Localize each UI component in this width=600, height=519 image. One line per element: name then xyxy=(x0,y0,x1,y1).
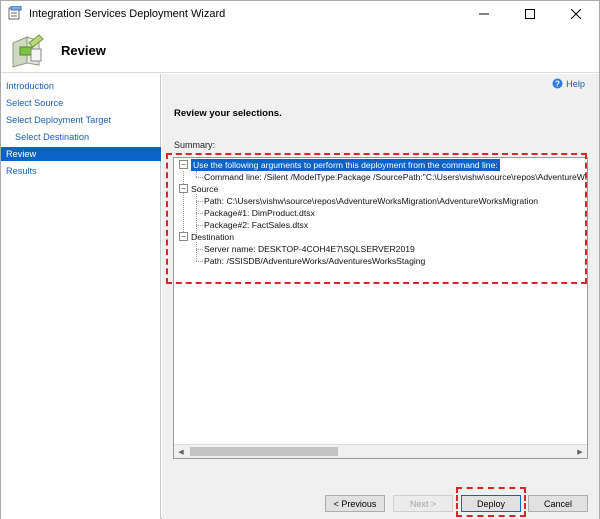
title-bar: Integration Services Deployment Wizard xyxy=(1,1,599,27)
wizard-page-icon xyxy=(12,34,44,68)
close-icon xyxy=(571,9,581,19)
page-title: Review xyxy=(61,43,106,58)
wizard-window: Integration Services Deployment Wizard R… xyxy=(0,0,600,519)
sidebar-item-select-source[interactable]: Select Source xyxy=(1,96,161,110)
help-label: Help xyxy=(566,78,585,89)
minimize-button[interactable] xyxy=(461,1,507,27)
sidebar-item-results[interactable]: Results xyxy=(1,164,161,178)
sidebar-item-introduction[interactable]: Introduction xyxy=(1,79,161,93)
sidebar-item-select-destination[interactable]: Select Destination xyxy=(1,130,161,144)
horizontal-scrollbar[interactable]: ◀ ▶ xyxy=(174,444,587,458)
summary-label: Summary: xyxy=(174,140,216,150)
wizard-app-icon xyxy=(8,6,22,20)
review-heading: Review your selections. xyxy=(174,108,282,119)
next-button[interactable]: Next > xyxy=(393,495,453,512)
help-link[interactable]: ? Help xyxy=(552,78,585,89)
scroll-right-arrow-icon[interactable]: ▶ xyxy=(573,445,587,458)
maximize-icon xyxy=(525,9,535,19)
maximize-button[interactable] xyxy=(507,1,553,27)
svg-text:?: ? xyxy=(555,79,560,88)
sidebar-item-select-deployment-target[interactable]: Select Deployment Target xyxy=(1,113,161,127)
previous-button[interactable]: < Previous xyxy=(325,495,385,512)
page-header: Review xyxy=(1,27,599,73)
sidebar-item-review[interactable]: Review xyxy=(1,147,161,161)
minimize-icon xyxy=(479,13,489,15)
window-title: Integration Services Deployment Wizard xyxy=(29,8,226,20)
wizard-footer: < Previous Next > Deploy Cancel xyxy=(162,486,599,519)
cancel-button[interactable]: Cancel xyxy=(528,495,588,512)
close-button[interactable] xyxy=(553,1,599,27)
annotation-highlight-deploy xyxy=(456,487,526,517)
scroll-left-arrow-icon[interactable]: ◀ xyxy=(174,445,188,458)
wizard-sidebar: Introduction Select Source Select Deploy… xyxy=(1,74,161,519)
help-icon: ? xyxy=(552,78,563,89)
annotation-highlight-summary xyxy=(166,153,587,284)
scroll-thumb[interactable] xyxy=(190,447,338,456)
review-panel: ? Help Review your selections. Summary: … xyxy=(162,74,599,486)
